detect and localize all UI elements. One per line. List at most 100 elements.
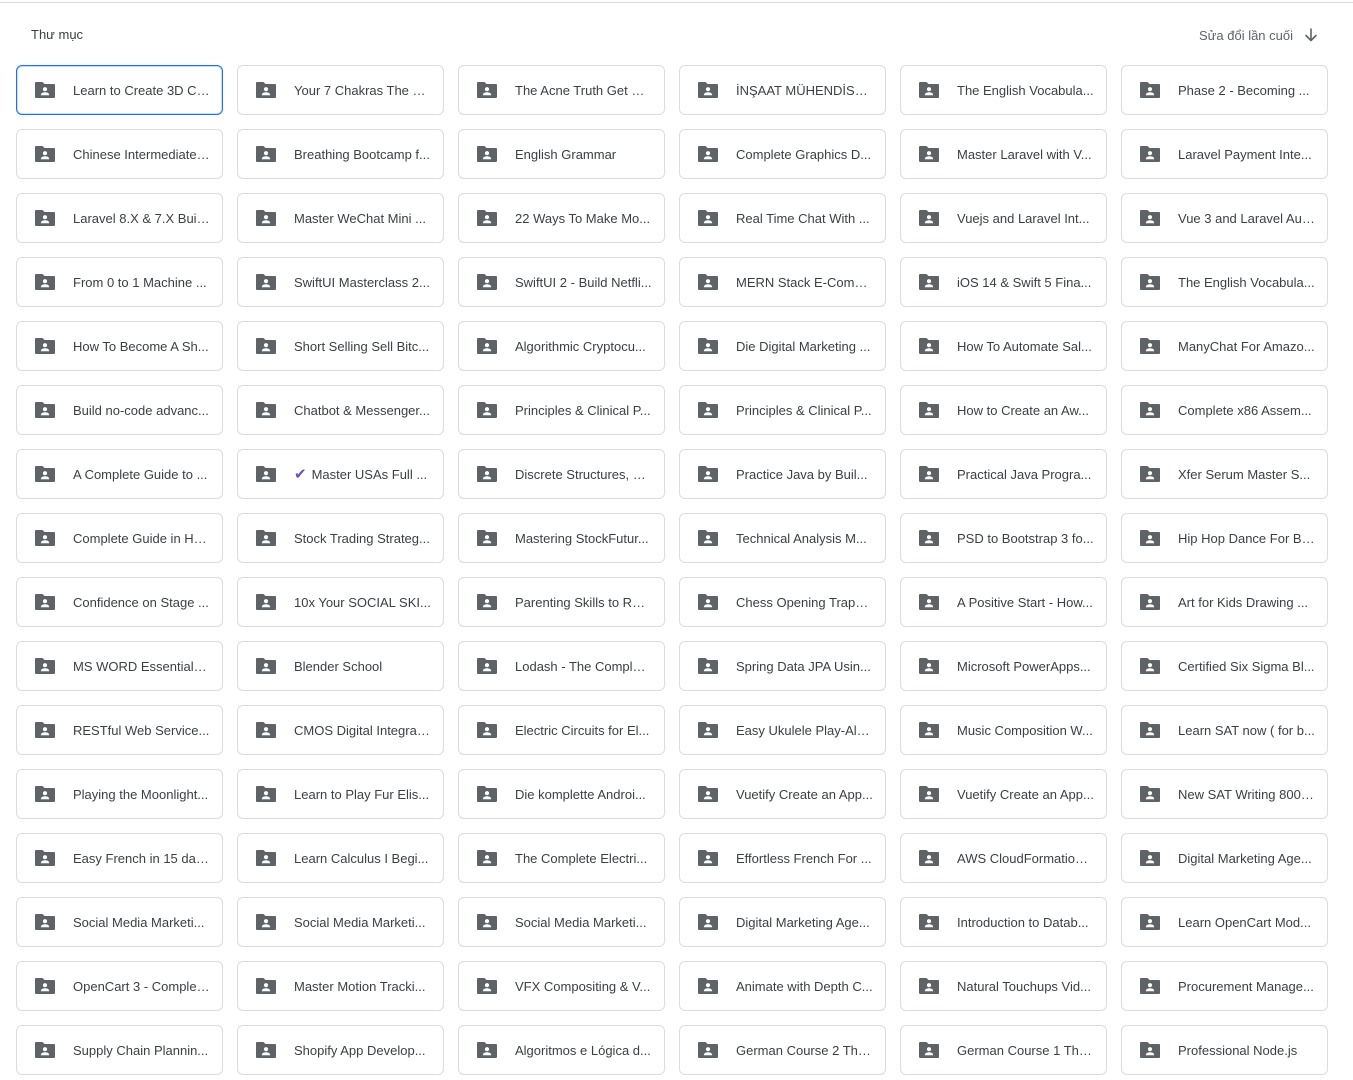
folder-card[interactable]: İNŞAAT MÜHENDİSLİ... [679, 65, 886, 115]
folder-card[interactable]: OpenCart 3 - Complet... [16, 961, 223, 1011]
folder-card[interactable]: Complete Guide in HT... [16, 513, 223, 563]
folder-card[interactable]: Complete x86 Assem... [1121, 385, 1328, 435]
folder-card[interactable]: Vue 3 and Laravel Aut... [1121, 193, 1328, 243]
folder-card[interactable]: Die komplette Androi... [458, 769, 665, 819]
folder-card[interactable]: From 0 to 1 Machine ... [16, 257, 223, 307]
folder-card[interactable]: Vuetify Create an App... [900, 769, 1107, 819]
folder-card[interactable]: Natural Touchups Vid... [900, 961, 1107, 1011]
folder-card[interactable]: Learn SAT now ( for b... [1121, 705, 1328, 755]
folder-card[interactable]: Music Composition W... [900, 705, 1107, 755]
folder-card[interactable]: Real Time Chat With ... [679, 193, 886, 243]
folder-card[interactable]: Learn Calculus I Begi... [237, 833, 444, 883]
folder-card[interactable]: Animate with Depth C... [679, 961, 886, 1011]
folder-card[interactable]: Introduction to Datab... [900, 897, 1107, 947]
folder-card[interactable]: Blender School [237, 641, 444, 691]
folder-card[interactable]: 22 Ways To Make Mo... [458, 193, 665, 243]
folder-card[interactable]: The Complete Electri... [458, 833, 665, 883]
folder-card[interactable]: Mastering StockFutur... [458, 513, 665, 563]
folder-card[interactable]: The Acne Truth Get Cl... [458, 65, 665, 115]
folder-card[interactable]: MS WORD Essentials ... [16, 641, 223, 691]
folder-card[interactable]: Spring Data JPA Usin... [679, 641, 886, 691]
folder-card[interactable]: Supply Chain Plannin... [16, 1025, 223, 1075]
folder-card[interactable]: VFX Compositing & V... [458, 961, 665, 1011]
folder-card[interactable]: ManyChat For Amazo... [1121, 321, 1328, 371]
folder-card[interactable]: German Course 1 The... [900, 1025, 1107, 1075]
folder-card[interactable]: Digital Marketing Age... [679, 897, 886, 947]
folder-card[interactable]: Phase 2 - Becoming ... [1121, 65, 1328, 115]
folder-card[interactable]: ✔ Master USAs Full ... [237, 449, 444, 499]
folder-card[interactable]: Chess Opening Traps ... [679, 577, 886, 627]
folder-card[interactable]: Parenting Skills to Rai... [458, 577, 665, 627]
folder-card[interactable]: Die Digital Marketing ... [679, 321, 886, 371]
folder-card[interactable]: Digital Marketing Age... [1121, 833, 1328, 883]
folder-card[interactable]: Breathing Bootcamp f... [237, 129, 444, 179]
folder-card[interactable]: Practical Java Progra... [900, 449, 1107, 499]
folder-card[interactable]: RESTful Web Service... [16, 705, 223, 755]
folder-card[interactable]: A Positive Start - How... [900, 577, 1107, 627]
folder-card[interactable]: Easy Ukulele Play-Alo... [679, 705, 886, 755]
folder-card[interactable]: A Complete Guide to ... [16, 449, 223, 499]
folder-card[interactable]: Technical Analysis M... [679, 513, 886, 563]
folder-card[interactable]: Xfer Serum Master S... [1121, 449, 1328, 499]
folder-card[interactable]: 10x Your SOCIAL SKI... [237, 577, 444, 627]
folder-card[interactable]: Discrete Structures, D... [458, 449, 665, 499]
folder-card[interactable]: Playing the Moonlight... [16, 769, 223, 819]
folder-card[interactable]: Vuejs and Laravel Int... [900, 193, 1107, 243]
folder-card[interactable]: MERN Stack E-Comm... [679, 257, 886, 307]
folder-card[interactable]: German Course 2 The... [679, 1025, 886, 1075]
sort-label[interactable]: Sửa đổi lần cuối [1199, 28, 1293, 43]
folder-card[interactable]: Vuetify Create an App... [679, 769, 886, 819]
folder-card[interactable]: Practice Java by Buil... [679, 449, 886, 499]
folder-card[interactable]: Chinese Intermediate ... [16, 129, 223, 179]
folder-card[interactable]: PSD to Bootstrap 3 fo... [900, 513, 1107, 563]
folder-card[interactable]: Microsoft PowerApps... [900, 641, 1107, 691]
folder-card[interactable]: SwiftUI Masterclass 2... [237, 257, 444, 307]
folder-card[interactable]: Learn to Play Fur Elis... [237, 769, 444, 819]
folder-card[interactable]: Learn OpenCart Mod... [1121, 897, 1328, 947]
folder-card[interactable]: SwiftUI 2 - Build Netfli... [458, 257, 665, 307]
folder-card[interactable]: iOS 14 & Swift 5 Fina... [900, 257, 1107, 307]
folder-card[interactable]: Social Media Marketi... [16, 897, 223, 947]
folder-card[interactable]: The English Vocabula... [1121, 257, 1328, 307]
folder-card[interactable]: Social Media Marketi... [237, 897, 444, 947]
folder-card[interactable]: Build no-code advanc... [16, 385, 223, 435]
folder-card[interactable]: Algoritmos e Lógica d... [458, 1025, 665, 1075]
folder-card[interactable]: Social Media Marketi... [458, 897, 665, 947]
folder-card[interactable]: New SAT Writing 800 ... [1121, 769, 1328, 819]
folder-card[interactable]: Short Selling Sell Bitc... [237, 321, 444, 371]
folder-card[interactable]: Principles & Clinical P... [679, 385, 886, 435]
folder-card[interactable]: Certified Six Sigma Bl... [1121, 641, 1328, 691]
folder-card[interactable]: Master Laravel with V... [900, 129, 1107, 179]
sort-control[interactable]: Sửa đổi lần cuối [1199, 24, 1321, 46]
folder-card[interactable]: AWS CloudFormation ... [900, 833, 1107, 883]
folder-card[interactable]: Stock Trading Strateg... [237, 513, 444, 563]
folder-card[interactable]: Electric Circuits for El... [458, 705, 665, 755]
folder-card[interactable]: Easy French in 15 day... [16, 833, 223, 883]
folder-card[interactable]: Confidence on Stage ... [16, 577, 223, 627]
folder-card[interactable]: English Grammar [458, 129, 665, 179]
folder-card[interactable]: Art for Kids Drawing ... [1121, 577, 1328, 627]
arrow-down-icon[interactable] [1301, 25, 1321, 45]
folder-card[interactable]: How to Create an Aw... [900, 385, 1107, 435]
folder-card[interactable]: Hip Hop Dance For Be... [1121, 513, 1328, 563]
folder-card[interactable]: Procurement Manage... [1121, 961, 1328, 1011]
folder-card[interactable]: Complete Graphics D... [679, 129, 886, 179]
folder-card[interactable]: Lodash - The Complet... [458, 641, 665, 691]
folder-card[interactable]: Your 7 Chakras The C... [237, 65, 444, 115]
folder-card[interactable]: Chatbot & Messenger... [237, 385, 444, 435]
folder-card[interactable]: Master WeChat Mini ... [237, 193, 444, 243]
folder-card[interactable]: Master Motion Tracki... [237, 961, 444, 1011]
folder-card[interactable]: Principles & Clinical P... [458, 385, 665, 435]
folder-card[interactable]: Professional Node.js [1121, 1025, 1328, 1075]
folder-card[interactable]: Learn to Create 3D Ch... [16, 65, 223, 115]
folder-card[interactable]: Shopify App Develop... [237, 1025, 444, 1075]
folder-card[interactable]: How To Automate Sal... [900, 321, 1107, 371]
folder-card[interactable]: The English Vocabula... [900, 65, 1107, 115]
folder-card[interactable]: Laravel 8.X & 7.X Buil... [16, 193, 223, 243]
folder-card[interactable]: Laravel Payment Inte... [1121, 129, 1328, 179]
folder-card[interactable]: Effortless French For ... [679, 833, 886, 883]
folder-card[interactable]: Algorithmic Cryptocu... [458, 321, 665, 371]
folder-name: Principles & Clinical P... [515, 402, 651, 418]
folder-card[interactable]: CMOS Digital Integrat... [237, 705, 444, 755]
folder-card[interactable]: How To Become A Sh... [16, 321, 223, 371]
